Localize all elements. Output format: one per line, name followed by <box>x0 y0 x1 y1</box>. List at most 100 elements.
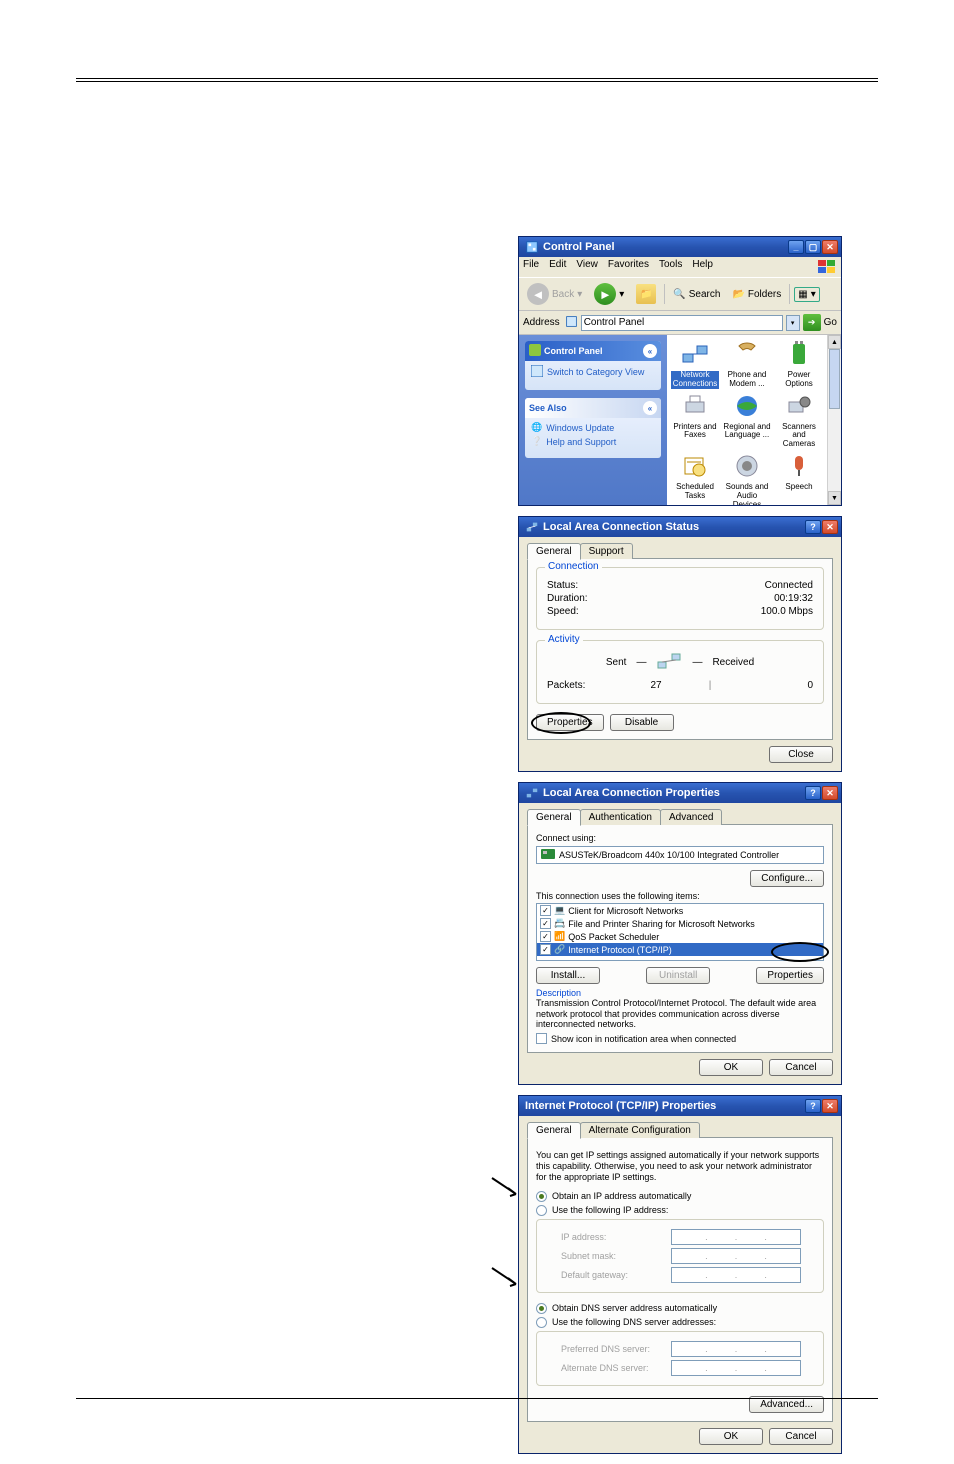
menu-favorites[interactable]: Favorites <box>608 259 649 275</box>
titlebar[interactable]: Local Area Connection Status ? ✕ <box>519 517 841 537</box>
tab-general[interactable]: General <box>527 809 581 826</box>
checkbox-icon[interactable]: ✓ <box>540 905 551 916</box>
minimize-button[interactable]: _ <box>788 240 804 254</box>
close-button[interactable]: ✕ <box>822 1099 838 1113</box>
menu-help[interactable]: Help <box>692 259 713 275</box>
alternate-dns-field[interactable]: ... <box>671 1360 801 1376</box>
menu-view[interactable]: View <box>576 259 598 275</box>
checkbox-icon[interactable]: ✓ <box>540 931 551 942</box>
status-value: Connected <box>765 580 813 591</box>
radio-ip-auto[interactable]: Obtain an IP address automatically <box>536 1191 824 1202</box>
radio-ip-manual[interactable]: Use the following IP address: <box>536 1205 824 1216</box>
control-panel-small-icon <box>529 344 541 358</box>
menu-file[interactable]: File <box>523 259 539 275</box>
scroll-thumb[interactable] <box>829 349 840 409</box>
forward-button[interactable]: ► ▾ <box>590 281 628 307</box>
tab-support[interactable]: Support <box>580 543 633 559</box>
radio-dns-auto[interactable]: Obtain DNS server address automatically <box>536 1303 824 1314</box>
help-button[interactable]: ? <box>805 1099 821 1113</box>
search-button[interactable]: 🔍 Search <box>669 287 724 302</box>
radio-icon[interactable] <box>536 1191 547 1202</box>
radio-icon[interactable] <box>536 1303 547 1314</box>
close-button[interactable]: ✕ <box>822 240 838 254</box>
nic-icon <box>541 849 555 861</box>
cancel-button[interactable]: Cancel <box>769 1059 833 1076</box>
ok-button[interactable]: OK <box>699 1428 763 1445</box>
tab-authentication[interactable]: Authentication <box>580 809 661 825</box>
help-button[interactable]: ? <box>805 520 821 534</box>
radio-dns-manual[interactable]: Use the following DNS server addresses: <box>536 1317 824 1328</box>
icon-regional-language[interactable]: Regional and Language ... <box>723 391 771 449</box>
list-item-selected[interactable]: ✓🔗Internet Protocol (TCP/IP) <box>537 943 823 956</box>
sidebar-heading-control-panel: Control Panel « <box>525 341 661 361</box>
sidebar: Control Panel « Switch to Category View … <box>519 335 667 505</box>
show-icon-checkbox-row[interactable]: Show icon in notification area when conn… <box>536 1033 824 1044</box>
cancel-button[interactable]: Cancel <box>769 1428 833 1445</box>
folders-button[interactable]: 📂 Folders <box>728 287 785 302</box>
control-panel-window: Control Panel _ ▢ ✕ File Edit View Favor… <box>518 236 842 506</box>
scroll-up-icon[interactable]: ▲ <box>828 335 841 349</box>
list-item[interactable]: ✓💻Client for Microsoft Networks <box>537 904 823 917</box>
ok-button[interactable]: OK <box>699 1059 763 1076</box>
properties-button[interactable]: Properties <box>756 967 824 984</box>
help-support-link[interactable]: ❔ Help and Support <box>531 436 655 447</box>
icon-network-connections[interactable]: Network Connections <box>671 339 719 389</box>
collapse-icon[interactable]: « <box>643 344 657 358</box>
icon-grid: Network Connections Phone and Modem ... … <box>667 335 841 505</box>
window-title: Control Panel <box>543 241 788 253</box>
scrollbar[interactable]: ▲ ▼ <box>827 335 841 505</box>
titlebar[interactable]: Control Panel _ ▢ ✕ <box>519 237 841 257</box>
help-button[interactable]: ? <box>805 786 821 800</box>
up-button[interactable]: 📁 <box>632 282 660 306</box>
tab-alternate-config[interactable]: Alternate Configuration <box>580 1122 700 1138</box>
radio-icon[interactable] <box>536 1205 547 1216</box>
list-item[interactable]: ✓📇File and Printer Sharing for Microsoft… <box>537 917 823 930</box>
uninstall-button[interactable]: Uninstall <box>646 967 710 984</box>
list-item[interactable]: ✓📶QoS Packet Scheduler <box>537 930 823 943</box>
icon-speech[interactable]: Speech <box>775 451 823 505</box>
gateway-field[interactable]: ... <box>671 1267 801 1283</box>
maximize-button[interactable]: ▢ <box>805 240 821 254</box>
radio-icon[interactable] <box>536 1317 547 1328</box>
install-button[interactable]: Install... <box>536 967 600 984</box>
items-listbox[interactable]: ✓💻Client for Microsoft Networks ✓📇File a… <box>536 903 824 961</box>
icon-sounds-audio[interactable]: Sounds and Audio Devices <box>723 451 771 505</box>
ip-address-field[interactable]: ... <box>671 1229 801 1245</box>
ip-address-label: IP address: <box>561 1232 671 1242</box>
collapse-icon[interactable]: « <box>643 401 657 415</box>
tab-advanced[interactable]: Advanced <box>660 809 722 825</box>
address-dropdown[interactable]: ▾ <box>786 315 800 331</box>
back-button[interactable]: ◄ Back ▾ <box>523 281 586 307</box>
switch-category-view-link[interactable]: Switch to Category View <box>531 365 655 379</box>
checkbox-icon[interactable] <box>536 1033 547 1044</box>
icon-printers-faxes[interactable]: Printers and Faxes <box>671 391 719 449</box>
disable-button[interactable]: Disable <box>610 714 674 731</box>
properties-button[interactable]: Properties <box>536 714 604 731</box>
scanner-camera-icon <box>784 391 814 421</box>
views-button[interactable]: ▦ ▾ <box>794 287 819 302</box>
tab-general[interactable]: General <box>527 543 581 560</box>
sidebar-heading-see-also: See Also « <box>525 398 661 418</box>
windows-update-link[interactable]: 🌐 Windows Update <box>531 422 655 433</box>
preferred-dns-field[interactable]: ... <box>671 1341 801 1357</box>
checkbox-icon[interactable]: ✓ <box>540 918 551 929</box>
speed-label: Speed: <box>547 606 579 617</box>
close-bottom-button[interactable]: Close <box>769 746 833 763</box>
subnet-mask-field[interactable]: ... <box>671 1248 801 1264</box>
titlebar[interactable]: Local Area Connection Properties ? ✕ <box>519 783 841 803</box>
configure-button[interactable]: Configure... <box>750 870 824 887</box>
scroll-down-icon[interactable]: ▼ <box>828 491 841 505</box>
close-button[interactable]: ✕ <box>822 520 838 534</box>
checkbox-icon[interactable]: ✓ <box>540 944 551 955</box>
icon-scanners-cameras[interactable]: Scanners and Cameras <box>775 391 823 449</box>
icon-scheduled-tasks[interactable]: Scheduled Tasks <box>671 451 719 505</box>
titlebar[interactable]: Internet Protocol (TCP/IP) Properties ? … <box>519 1096 841 1116</box>
go-button[interactable]: ➔ <box>803 314 821 331</box>
icon-phone-modem[interactable]: Phone and Modem ... <box>723 339 771 389</box>
menu-tools[interactable]: Tools <box>659 259 682 275</box>
address-input[interactable] <box>581 315 783 331</box>
menu-edit[interactable]: Edit <box>549 259 566 275</box>
close-button[interactable]: ✕ <box>822 786 838 800</box>
icon-power-options[interactable]: Power Options <box>775 339 823 389</box>
tab-general[interactable]: General <box>527 1122 581 1139</box>
